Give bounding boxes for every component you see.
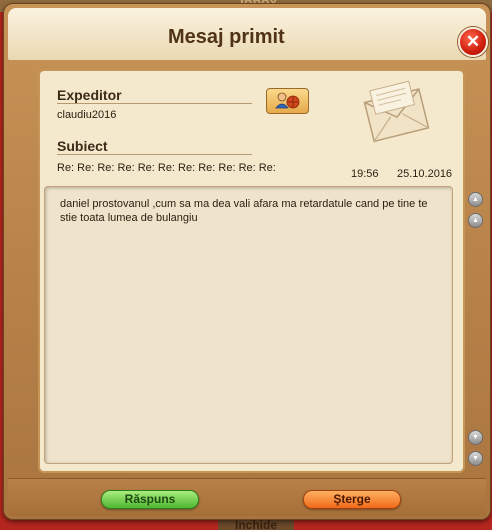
scroll-up-icon: ▲: [472, 196, 479, 203]
scroll-down-button[interactable]: ▼: [468, 430, 483, 445]
sender-value[interactable]: claudiu2016: [57, 109, 116, 121]
message-time: 19:56: [351, 168, 379, 180]
subject-label: Subiect: [57, 138, 108, 154]
message-panel: Expeditor claudiu2016 Subiect Re: Re: Re…: [38, 69, 465, 473]
close-icon: ✕: [465, 32, 481, 51]
message-body-text: daniel prostovanul ,cum sa ma dea vali a…: [60, 198, 428, 224]
dialog-title: Mesaj primit: [168, 26, 285, 48]
subject-divider: [57, 154, 252, 155]
scroll-up-icon: ▲: [472, 217, 479, 224]
scroll-top-button[interactable]: ▲: [468, 192, 483, 207]
scroll-down-icon: ▼: [472, 455, 479, 462]
scroll-bottom-button[interactable]: ▼: [468, 451, 483, 466]
message-date: 25.10.2016: [397, 168, 453, 180]
envelope-icon: [363, 80, 430, 143]
player-profile-button[interactable]: [266, 88, 309, 114]
sender-label: Expeditor: [57, 87, 122, 103]
delete-button[interactable]: Şterge: [303, 490, 401, 509]
scroll-down-icon: ▼: [472, 434, 479, 441]
subject-value: Re: Re: Re: Re: Re: Re: Re: Re: Re: Re: …: [57, 162, 276, 174]
reply-button[interactable]: Răspuns: [101, 490, 199, 509]
close-button[interactable]: ✕: [458, 27, 488, 57]
sender-divider: [57, 103, 252, 104]
scroll-up-button[interactable]: ▲: [468, 213, 483, 228]
dialog-header: Mesaj primit ✕: [8, 8, 488, 60]
player-profile-icon: [275, 92, 300, 109]
message-body-box[interactable]: daniel prostovanul ,cum sa ma dea vali a…: [44, 186, 453, 464]
dialog-footer: Răspuns Şterge: [8, 478, 486, 516]
message-dialog: Mesaj primit ✕ Expeditor claudiu2016 Sub…: [3, 3, 491, 520]
